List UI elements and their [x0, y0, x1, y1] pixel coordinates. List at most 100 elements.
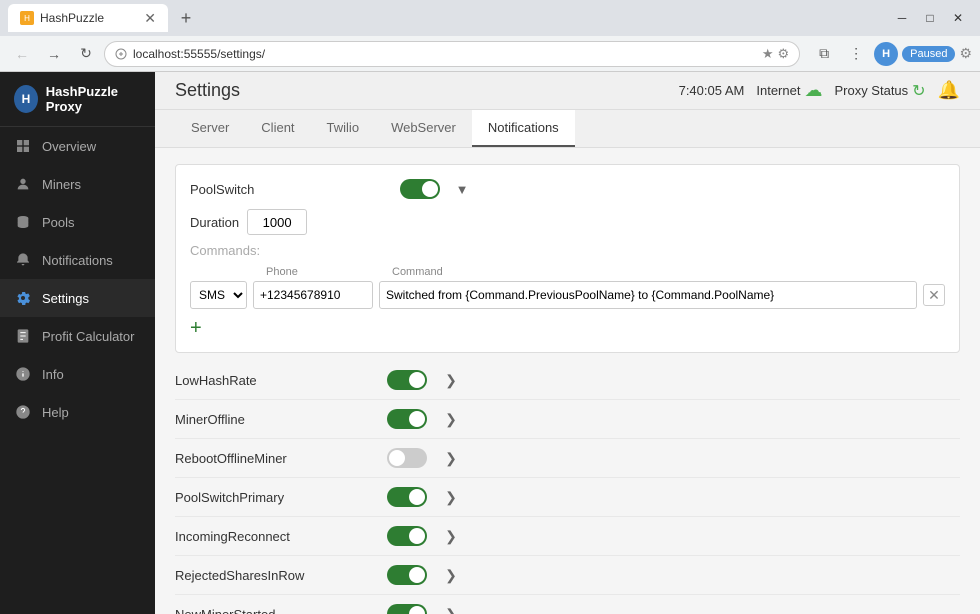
command-col-header: Command [392, 266, 443, 278]
internet-status: Internet ☁ [756, 80, 822, 101]
toggle-slider [387, 604, 427, 614]
sms-row: SMS ✕ [190, 281, 945, 309]
settings-tabs: Server Client Twilio WebServer Notificat… [155, 110, 980, 148]
commands-label: Commands: [190, 243, 945, 258]
browser-settings-icon[interactable]: ⚙ [959, 45, 972, 62]
sidebar-label-profit-calculator: Profit Calculator [42, 329, 134, 344]
reboot-offline-miner-expand[interactable]: ❯ [439, 446, 463, 470]
tab-close-btn[interactable]: ✕ [144, 10, 156, 27]
window-minimize-btn[interactable]: ─ [888, 8, 916, 28]
rejected-shares-in-row-label: RejectedSharesInRow [175, 568, 375, 583]
sidebar-label-pools: Pools [42, 215, 75, 230]
internet-label: Internet [756, 83, 800, 98]
address-bar[interactable]: localhost:55555/settings/ ★ ⚙ [104, 41, 800, 67]
paused-status: Paused [902, 46, 955, 62]
proxy-refresh-icon[interactable]: ↻ [912, 81, 925, 101]
pool-switch-toggle[interactable] [400, 179, 440, 199]
row-miner-offline: MinerOffline ❯ [175, 400, 960, 439]
toggle-slider [387, 487, 427, 507]
row-reboot-offline-miner: RebootOfflineMiner ❯ [175, 439, 960, 478]
rejected-shares-in-row-expand[interactable]: ❯ [439, 563, 463, 587]
miners-icon [14, 175, 32, 193]
toggle-slider [387, 565, 427, 585]
proxy-label: Proxy Status [834, 83, 908, 98]
pool-switch-primary-label: PoolSwitchPrimary [175, 490, 375, 505]
sidebar-item-profit-calculator[interactable]: Profit Calculator [0, 317, 155, 355]
sidebar-item-notifications[interactable]: Notifications [0, 241, 155, 279]
profile-button[interactable]: H [874, 42, 898, 66]
sidebar-logo: H HashPuzzle Proxy [0, 72, 155, 127]
bell-icon[interactable]: 🔔 [938, 80, 960, 101]
incoming-reconnect-toggle[interactable] [387, 526, 427, 546]
help-icon [14, 403, 32, 421]
browser-tab[interactable]: H HashPuzzle ✕ [8, 4, 168, 32]
sidebar-label-settings: Settings [42, 291, 89, 306]
main-content: Settings 7:40:05 AM Internet ☁ Proxy Sta… [155, 72, 980, 614]
sidebar-item-miners[interactable]: Miners [0, 165, 155, 203]
notification-rows-list: LowHashRate ❯ MinerOffline ❯ [175, 361, 960, 614]
reboot-offline-miner-toggle[interactable] [387, 448, 427, 468]
window-close-btn[interactable]: ✕ [944, 8, 972, 28]
miner-offline-toggle[interactable] [387, 409, 427, 429]
extensions-btn[interactable]: ⧉ [810, 40, 838, 68]
incoming-reconnect-expand[interactable]: ❯ [439, 524, 463, 548]
new-miner-started-label: NewMinerStarted [175, 607, 375, 614]
tab-client[interactable]: Client [245, 110, 310, 147]
sidebar-label-miners: Miners [42, 177, 81, 192]
duration-label: Duration [190, 215, 239, 230]
window-maximize-btn[interactable]: □ [916, 8, 944, 28]
forward-button[interactable]: → [40, 40, 68, 68]
miner-offline-expand[interactable]: ❯ [439, 407, 463, 431]
toggle-slider [387, 370, 427, 390]
row-rejected-shares-in-row: RejectedSharesInRow ❯ [175, 556, 960, 595]
cloud-icon: ☁ [804, 80, 822, 101]
tab-notifications[interactable]: Notifications [472, 110, 575, 147]
menu-btn[interactable]: ⋮ [842, 40, 870, 68]
sidebar-item-pools[interactable]: Pools [0, 203, 155, 241]
pools-icon [14, 213, 32, 231]
pool-switch-label: PoolSwitch [190, 182, 390, 197]
pool-switch-primary-expand[interactable]: ❯ [439, 485, 463, 509]
sms-delete-button[interactable]: ✕ [923, 284, 945, 306]
tab-twilio[interactable]: Twilio [311, 110, 376, 147]
tab-server[interactable]: Server [175, 110, 245, 147]
low-hash-rate-toggle[interactable] [387, 370, 427, 390]
header-right: 7:40:05 AM Internet ☁ Proxy Status ↻ 🔔 [679, 80, 960, 101]
sms-phone-input[interactable] [253, 281, 373, 309]
row-new-miner-started: NewMinerStarted ❯ [175, 595, 960, 614]
proxy-status: Proxy Status ↻ [834, 81, 925, 101]
sidebar-item-info[interactable]: Info [0, 355, 155, 393]
toggle-slider [387, 409, 427, 429]
low-hash-rate-expand[interactable]: ❯ [439, 368, 463, 392]
add-sms-button[interactable]: + [190, 317, 202, 340]
settings-icon [14, 289, 32, 307]
back-button[interactable]: ← [8, 40, 36, 68]
toggle-slider [387, 526, 427, 546]
sms-type-select[interactable]: SMS [190, 281, 247, 309]
row-pool-switch-primary: PoolSwitchPrimary ❯ [175, 478, 960, 517]
reload-button[interactable]: ↻ [72, 40, 100, 68]
toggle-slider [400, 179, 440, 199]
new-tab-button[interactable]: + [172, 4, 200, 32]
sidebar-label-notifications: Notifications [42, 253, 113, 268]
new-miner-started-expand[interactable]: ❯ [439, 602, 463, 614]
reboot-offline-miner-label: RebootOfflineMiner [175, 451, 375, 466]
lock-icon [115, 48, 127, 60]
sidebar-item-overview[interactable]: Overview [0, 127, 155, 165]
sidebar-item-help[interactable]: Help [0, 393, 155, 431]
new-miner-started-toggle[interactable] [387, 604, 427, 614]
logo-text: HashPuzzle Proxy [46, 84, 141, 114]
tab-webserver[interactable]: WebServer [375, 110, 472, 147]
rejected-shares-in-row-toggle[interactable] [387, 565, 427, 585]
url-text: localhost:55555/settings/ [133, 47, 265, 61]
sidebar-label-overview: Overview [42, 139, 96, 154]
duration-input[interactable] [247, 209, 307, 235]
overview-icon [14, 137, 32, 155]
sidebar-item-settings[interactable]: Settings [0, 279, 155, 317]
pool-switch-primary-toggle[interactable] [387, 487, 427, 507]
row-incoming-reconnect: IncomingReconnect ❯ [175, 517, 960, 556]
row-low-hash-rate: LowHashRate ❯ [175, 361, 960, 400]
collapse-button[interactable]: ▼ [450, 177, 474, 201]
sms-command-input[interactable] [379, 281, 917, 309]
duration-row: Duration [190, 209, 945, 235]
